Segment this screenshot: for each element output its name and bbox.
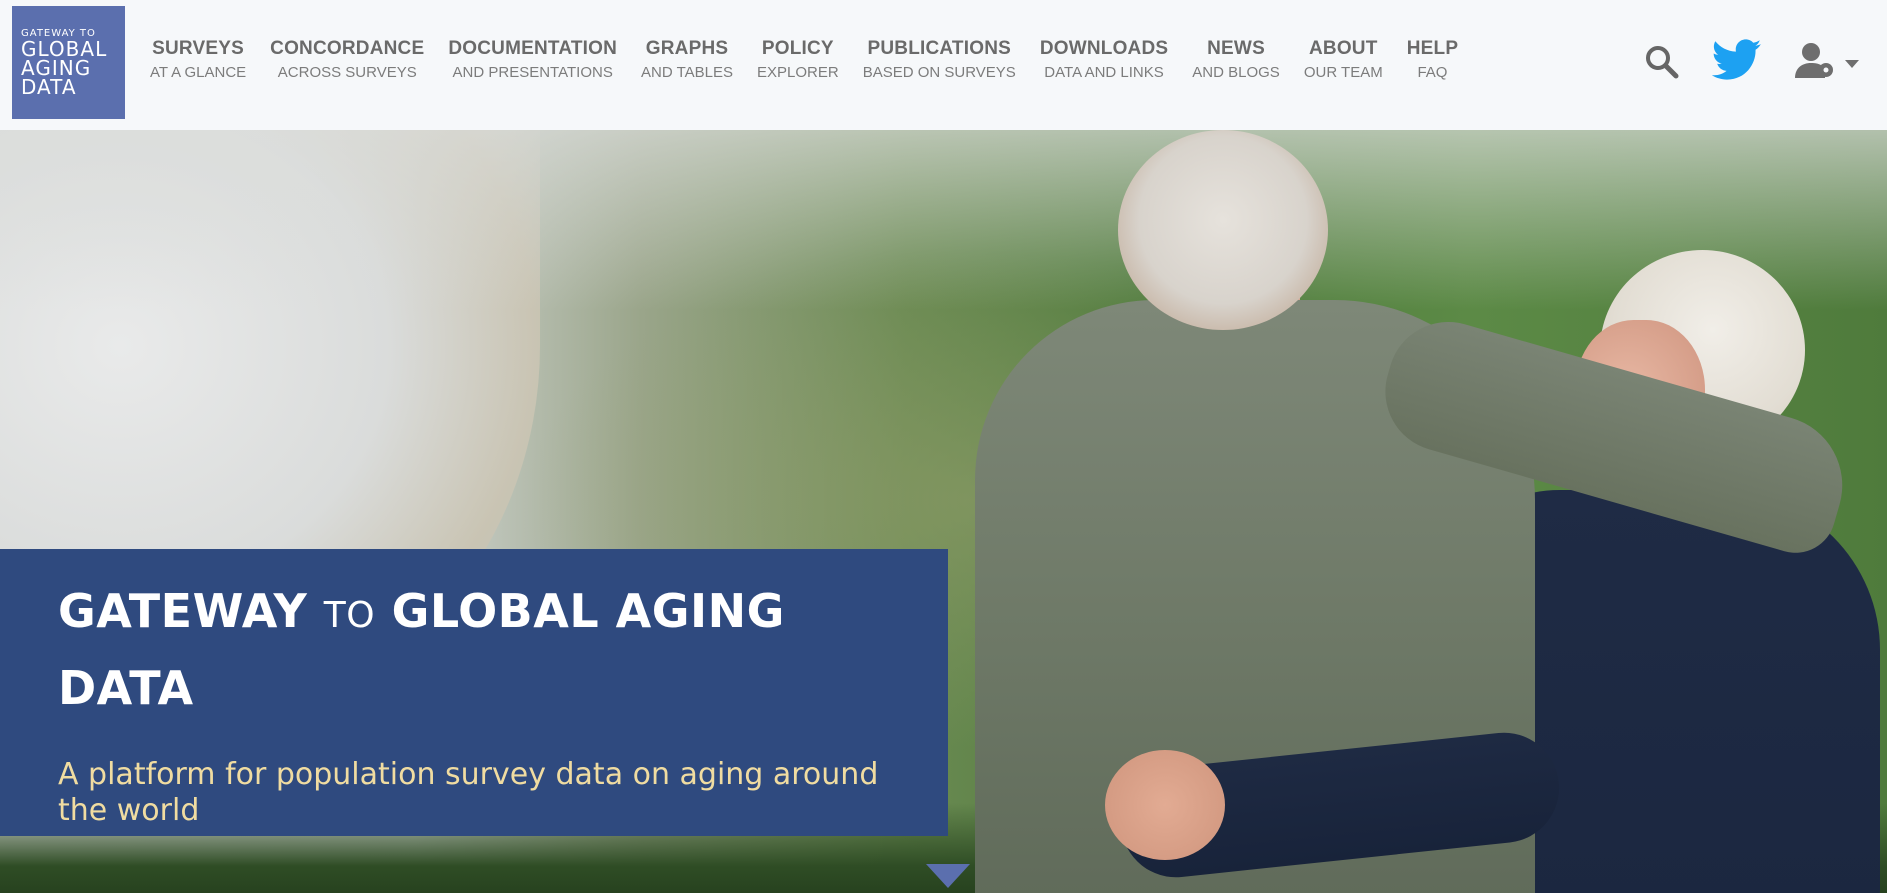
hero-tagline: A platform for population survey data on… xyxy=(58,757,879,828)
user-settings-icon[interactable] xyxy=(1795,42,1865,84)
nav-label: GRAPHS xyxy=(645,38,729,59)
nav-item-downloads[interactable]: DOWNLOADS DATA AND LINKS xyxy=(1040,38,1168,88)
main-nav: SURVEYS AT A GLANCE CONCORDANCE ACROSS S… xyxy=(150,38,1482,88)
nav-sublabel: OUR TEAM xyxy=(1303,64,1383,81)
site-logo[interactable]: GATEWAY TO GLOBAL AGING DATA xyxy=(12,6,125,119)
hero-title-part2: GLOBAL AGING xyxy=(391,584,785,638)
nav-sublabel: ACROSS SURVEYS xyxy=(277,64,417,81)
nav-item-about[interactable]: ABOUT OUR TEAM xyxy=(1304,38,1383,88)
nav-item-documentation[interactable]: DOCUMENTATION AND PRESENTATIONS xyxy=(448,38,617,88)
hero-title-to: TO xyxy=(323,595,376,636)
search-icon[interactable] xyxy=(1644,44,1680,80)
nav-label: NEWS xyxy=(1207,38,1265,59)
nav-label: HELP xyxy=(1406,38,1459,59)
hero-title-part3: DATA xyxy=(58,661,194,715)
nav-sublabel: DATA AND LINKS xyxy=(1044,64,1164,81)
site-header: GATEWAY TO GLOBAL AGING DATA SURVEYS AT … xyxy=(0,0,1887,130)
nav-sublabel: BASED ON SURVEYS xyxy=(862,64,1016,81)
nav-item-news[interactable]: NEWS AND BLOGS xyxy=(1192,38,1280,88)
hero-photo-man-head xyxy=(1118,130,1328,330)
nav-label: CONCORDANCE xyxy=(270,38,425,59)
hero-background-fog xyxy=(0,130,1887,310)
nav-sublabel: AND PRESENTATIONS xyxy=(452,64,613,81)
hero-title-part1: GATEWAY xyxy=(58,584,308,638)
nav-label: SURVEYS xyxy=(152,38,245,59)
nav-item-help[interactable]: HELP FAQ xyxy=(1407,38,1458,88)
nav-sublabel: FAQ xyxy=(1417,64,1448,81)
nav-label: POLICY xyxy=(761,38,834,59)
nav-sublabel: AND TABLES xyxy=(641,64,733,81)
nav-item-graphs[interactable]: GRAPHS AND TABLES xyxy=(641,38,733,88)
hero-banner: GATEWAY TO GLOBAL AGING DATA A platform … xyxy=(0,549,948,836)
twitter-icon[interactable] xyxy=(1711,38,1762,82)
nav-item-concordance[interactable]: CONCORDANCE ACROSS SURVEYS xyxy=(270,38,424,88)
nav-label: PUBLICATIONS xyxy=(867,38,1011,59)
logo-line-3: DATA xyxy=(21,75,77,99)
nav-sublabel: EXPLORER xyxy=(757,64,839,81)
nav-sublabel: AND BLOGS xyxy=(1192,64,1280,81)
nav-item-policy[interactable]: POLICY EXPLORER xyxy=(757,38,839,88)
nav-item-surveys[interactable]: SURVEYS AT A GLANCE xyxy=(150,38,246,88)
nav-label: DOCUMENTATION xyxy=(448,38,618,59)
scroll-down-arrow-icon[interactable] xyxy=(926,864,970,888)
nav-sublabel: AT A GLANCE xyxy=(150,64,247,81)
hero-title: GATEWAY TO GLOBAL AGING DATA xyxy=(58,575,890,725)
nav-label: ABOUT xyxy=(1308,38,1378,59)
nav-label: DOWNLOADS xyxy=(1039,38,1169,59)
hero-photo-woman-hand xyxy=(1105,750,1225,860)
nav-item-publications[interactable]: PUBLICATIONS BASED ON SURVEYS xyxy=(863,38,1016,88)
